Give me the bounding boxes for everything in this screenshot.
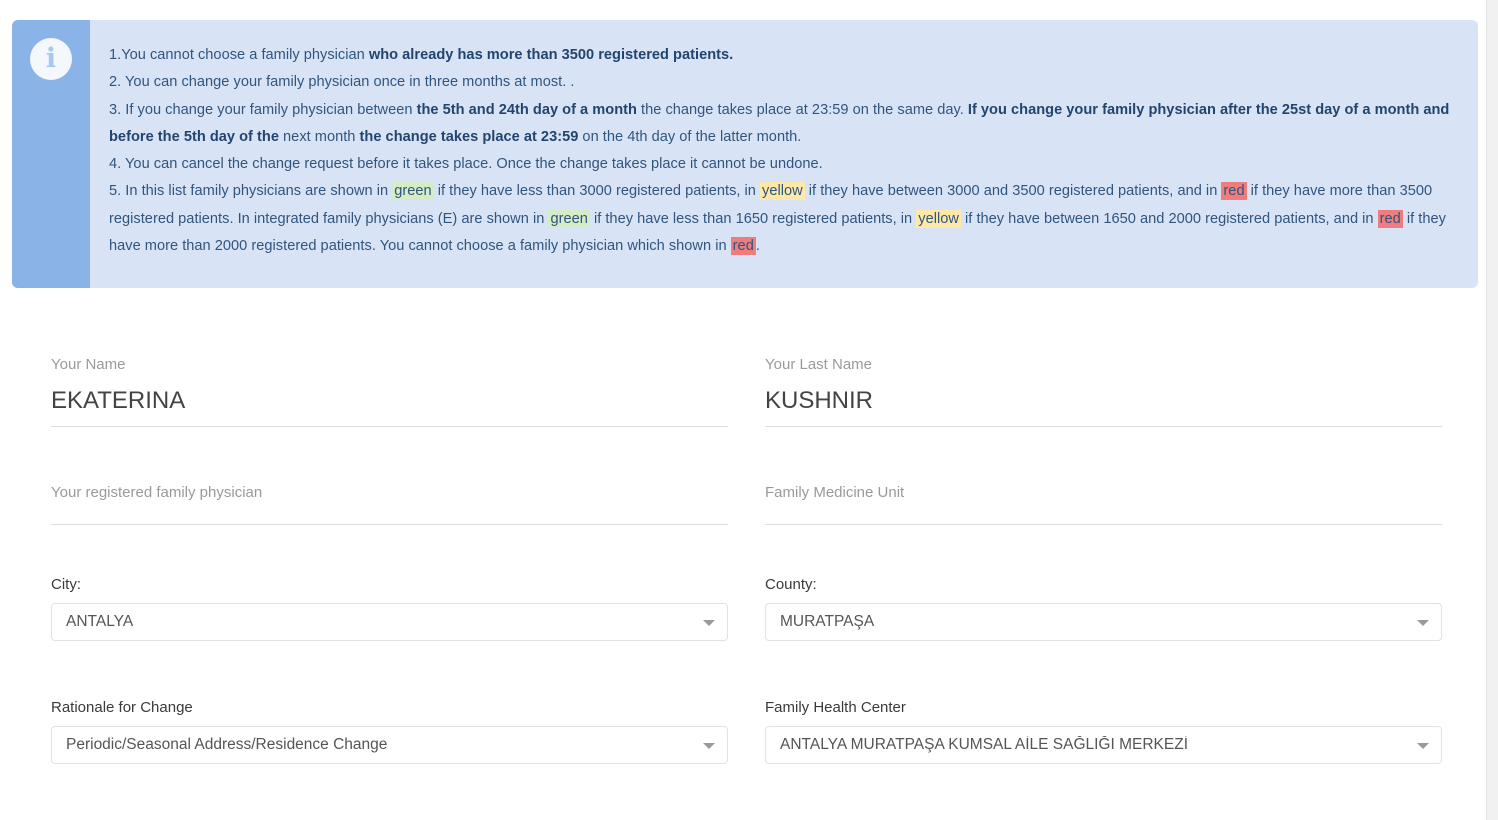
rule-4: 4. You can cancel the change request bef… bbox=[109, 151, 1454, 178]
health-center-label: Family Health Center bbox=[765, 699, 906, 716]
field-city: City: ANTALYA bbox=[51, 576, 728, 641]
chevron-down-icon[interactable] bbox=[1417, 743, 1429, 749]
registered-physician-label: Your registered family physician bbox=[51, 484, 263, 501]
rule-1-text-a: 1.You cannot choose a family physician bbox=[109, 47, 369, 63]
info-banner-icon-column: i bbox=[12, 20, 90, 288]
health-center-selected-value: ANTALYA MURATPAŞA KUMSAL AİLE SAĞLIĞI ME… bbox=[780, 736, 1188, 753]
rule-3-text-c: the change takes place at 23:59 on the s… bbox=[636, 101, 968, 118]
first-name-label: Your Name bbox=[51, 356, 126, 373]
rule-3-text-a: 3. If you change your family physician b… bbox=[109, 101, 417, 118]
chevron-down-icon[interactable] bbox=[1417, 620, 1429, 626]
city-label: City: bbox=[51, 576, 81, 593]
rule-2: 2. You can change your family physician … bbox=[109, 69, 1454, 96]
rationale-selected-value: Periodic/Seasonal Address/Residence Chan… bbox=[66, 736, 388, 753]
county-selected-value: MURATPAŞA bbox=[780, 613, 875, 630]
rule-5-text-e: if they have less than 1650 registered p… bbox=[589, 210, 917, 227]
county-select[interactable]: MURATPAŞA bbox=[765, 603, 1442, 641]
rule-2-text: 2. You can change your family physician … bbox=[109, 74, 575, 91]
rationale-select[interactable]: Periodic/Seasonal Address/Residence Chan… bbox=[51, 726, 728, 764]
info-icon: i bbox=[30, 38, 72, 80]
legend-yellow-1: yellow bbox=[760, 182, 805, 201]
field-family-medicine-unit[interactable]: Family Medicine Unit bbox=[765, 484, 1442, 525]
rule-3-text-b: the 5th and 24th day of a month bbox=[416, 101, 637, 118]
rule-5-text-c: if they have between 3000 and 3500 regis… bbox=[804, 183, 1222, 200]
legend-yellow-2: yellow bbox=[916, 209, 961, 228]
chevron-down-icon[interactable] bbox=[703, 620, 715, 626]
field-registered-physician[interactable]: Your registered family physician bbox=[51, 484, 728, 525]
form-area: Your Name EKATERINA Your registered fami… bbox=[0, 288, 1486, 820]
city-selected-value: ANTALYA bbox=[66, 613, 134, 630]
page-scrollbar[interactable] bbox=[1486, 0, 1498, 820]
legend-red-3: red bbox=[730, 237, 756, 256]
legend-red-1: red bbox=[1221, 182, 1247, 201]
rule-3: 3. If you change your family physician b… bbox=[109, 97, 1454, 152]
field-rationale: Rationale for Change Periodic/Seasonal A… bbox=[51, 699, 728, 764]
rule-1-text-b: who already has more than 3500 registere… bbox=[368, 47, 734, 63]
rule-4-text: 4. You can cancel the change request bef… bbox=[109, 156, 823, 173]
rule-3-text-e: next month bbox=[278, 128, 360, 145]
info-icon-glyph: i bbox=[45, 42, 57, 74]
rule-5: 5. In this list family physicians are sh… bbox=[109, 178, 1454, 260]
rule-3-text-g: on the 4th day of the latter month. bbox=[578, 128, 802, 145]
legend-red-2: red bbox=[1377, 209, 1403, 228]
last-name-value: KUSHNIR bbox=[765, 387, 874, 414]
first-name-underline bbox=[51, 426, 728, 427]
info-banner-text: 1.You cannot choose a family physician w… bbox=[90, 20, 1478, 288]
rule-3-text-f: the change takes place at 23:59 bbox=[359, 128, 579, 145]
county-label: County: bbox=[765, 576, 817, 593]
registered-physician-underline bbox=[51, 524, 728, 525]
rule-5-text-h: . bbox=[755, 238, 760, 255]
field-last-name: Your Last Name KUSHNIR bbox=[765, 356, 1442, 427]
info-banner: i 1.You cannot choose a family physician… bbox=[12, 20, 1478, 288]
rule-5-text-b: if they have less than 3000 registered p… bbox=[433, 183, 761, 200]
family-medicine-unit-label: Family Medicine Unit bbox=[765, 484, 905, 501]
field-first-name: Your Name EKATERINA bbox=[51, 356, 728, 427]
health-center-select[interactable]: ANTALYA MURATPAŞA KUMSAL AİLE SAĞLIĞI ME… bbox=[765, 726, 1442, 764]
rule-5-text-f: if they have between 1650 and 2000 regis… bbox=[960, 210, 1378, 227]
field-health-center: Family Health Center ANTALYA MURATPAŞA K… bbox=[765, 699, 1442, 764]
rule-5-text-a: 5. In this list family physicians are sh… bbox=[109, 183, 393, 200]
last-name-label: Your Last Name bbox=[765, 356, 873, 373]
last-name-underline bbox=[765, 426, 1442, 427]
first-name-value: EKATERINA bbox=[51, 387, 186, 414]
rationale-label: Rationale for Change bbox=[51, 699, 193, 716]
legend-green-1: green bbox=[392, 182, 434, 201]
legend-green-2: green bbox=[548, 209, 590, 228]
chevron-down-icon[interactable] bbox=[703, 743, 715, 749]
family-medicine-unit-underline bbox=[765, 524, 1442, 525]
field-county: County: MURATPAŞA bbox=[765, 576, 1442, 641]
city-select[interactable]: ANTALYA bbox=[51, 603, 728, 641]
rule-1: 1.You cannot choose a family physician w… bbox=[109, 42, 1454, 69]
